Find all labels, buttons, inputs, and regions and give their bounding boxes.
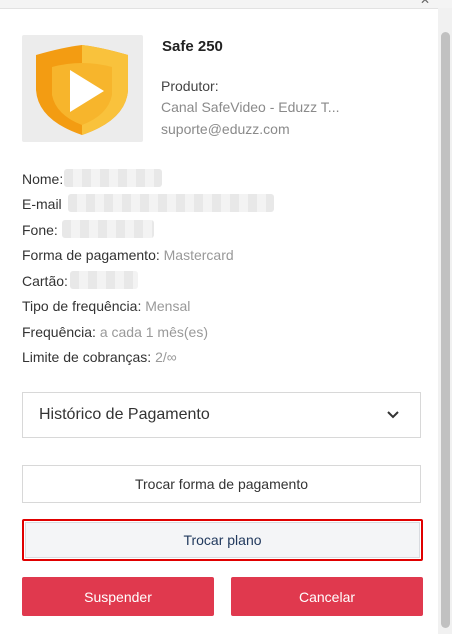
card-label: Cartão: [22,273,68,289]
charge-limit-label: Limite de cobranças: [22,349,152,365]
name-label: Nome: [22,171,64,187]
name-row: Nome: [22,171,63,187]
payment-method-row: Forma de pagamento: Mastercard [22,247,234,263]
modal-top-edge: ✕ [0,0,452,9]
frequency-label: Frequência: [22,324,96,340]
phone-value-blurred [62,220,154,238]
change-plan-button[interactable]: Trocar plano [25,522,420,558]
chevron-down-icon[interactable] [386,408,400,422]
frequency-type-label: Tipo de frequência: [22,298,142,314]
product-name: Safe 250 [162,38,223,55]
frequency-type-value: Mensal [145,298,191,314]
payment-history-label: Histórico de Pagamento [39,406,210,423]
email-label: E-mail [22,196,62,212]
frequency-value: a cada 1 mês(es) [99,324,208,340]
card-row: Cartão: [22,273,68,289]
email-value-blurred [68,194,274,212]
charge-limit-row: Limite de cobranças: 2/∞ [22,349,177,365]
cancel-button[interactable]: Cancelar [231,577,423,616]
card-value-blurred [70,271,138,289]
payment-method-label: Forma de pagamento: [22,247,160,263]
phone-row: Fone: [22,222,58,238]
producer-label: Produtor: [161,78,219,94]
scrollbar-thumb[interactable] [441,32,450,628]
suspend-button[interactable]: Suspender [22,577,214,616]
payment-method-value: Mastercard [163,247,234,263]
change-payment-method-button[interactable]: Trocar forma de pagamento [22,465,421,503]
name-value-blurred [64,169,162,187]
email-row: E-mail [22,196,62,212]
producer-email: suporte@eduzz.com [161,121,290,137]
charge-limit-value: 2/∞ [155,349,177,365]
play-shield-logo-icon [36,45,128,135]
frequency-row: Frequência: a cada 1 mês(es) [22,324,208,340]
frequency-type-row: Tipo de frequência: Mensal [22,298,190,314]
close-icon[interactable]: ✕ [420,0,430,7]
payment-history-accordion[interactable]: Histórico de Pagamento [22,392,421,438]
producer-name: Canal SafeVideo - Eduzz T... [161,99,340,115]
product-image [22,35,143,142]
phone-label: Fone: [22,222,58,238]
